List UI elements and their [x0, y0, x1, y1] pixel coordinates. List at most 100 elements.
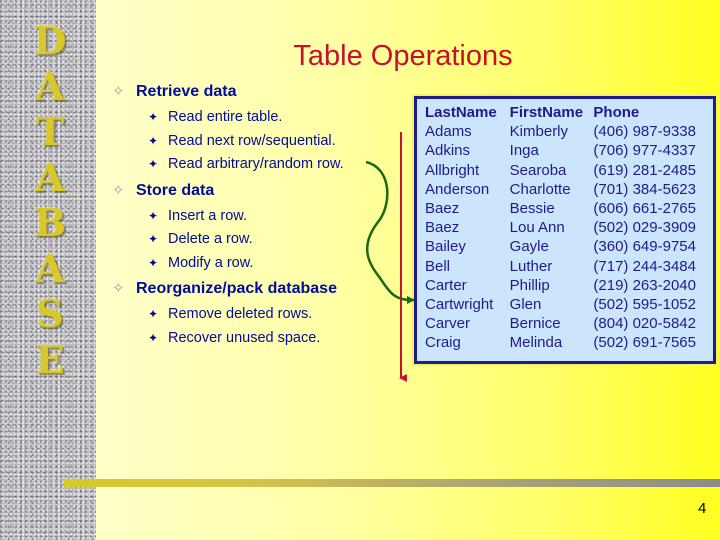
cell-firstname: Charlotte: [509, 180, 571, 198]
outline-item: ✦ Insert a row.: [112, 205, 382, 229]
outline-item-text: Delete a row.: [168, 231, 253, 247]
header-phone: Phone: [593, 104, 640, 121]
outline-heading: ✧ Retrieve data: [112, 80, 382, 104]
cell-phone: (706) 977-4337: [593, 142, 696, 160]
cell-firstname: Searoba: [509, 161, 567, 179]
outline-item-text: Remove deleted rows.: [168, 306, 313, 322]
sidebar-letter: S: [36, 291, 64, 336]
star-bullet-icon: ✦: [148, 110, 159, 124]
diamond-bullet-icon: ✧: [112, 83, 125, 100]
outline-item-text: Read entire table.: [168, 109, 283, 125]
cell-phone: (406) 987-9338: [593, 123, 696, 141]
cell-lastname: Adkins: [425, 142, 471, 160]
cell-lastname: Bailey: [425, 238, 466, 256]
sidebar-letter: B: [33, 200, 67, 245]
cell-phone: (717) 244-3484: [593, 257, 696, 275]
table-row: Bailey Gayle (360) 649-9754: [425, 237, 713, 256]
sidebar-letter: T: [35, 109, 65, 154]
outline-item-text: Modify a row.: [168, 254, 254, 271]
slide-title: Table Operations: [0, 40, 720, 73]
cell-phone: (502) 029-3909: [593, 219, 696, 237]
cell-lastname: Cartwright: [425, 296, 494, 314]
outline-item-text: Recover unused space.: [168, 329, 321, 346]
star-bullet-icon: ✦: [148, 330, 159, 345]
cell-lastname: Anderson: [425, 180, 490, 198]
star-bullet-icon: ✦: [148, 255, 159, 270]
cell-phone: (360) 649-9754: [593, 238, 696, 256]
sidebar-letter: A: [35, 245, 65, 291]
star-bullet-icon: ✦: [148, 232, 159, 246]
sidebar-letter: A: [35, 154, 65, 200]
cell-lastname: Bell: [425, 257, 451, 275]
table-row: Baez Bessie (606) 661-2765: [425, 199, 713, 218]
granite-sidebar: DATABASE: [0, 0, 96, 540]
cell-firstname: Kimberly: [509, 123, 569, 141]
star-bullet-icon: ✦: [148, 208, 159, 223]
star-bullet-icon: ✦: [148, 133, 159, 148]
outline-item: ✦ Read entire table.: [112, 106, 382, 130]
cell-lastname: Carver: [425, 315, 471, 333]
cell-firstname: Melinda: [509, 334, 563, 352]
cell-lastname: Allbright: [425, 161, 480, 179]
outline-item: ✦ Remove deleted rows.: [112, 303, 382, 327]
table-row: Craig Melinda (502) 691-7565: [425, 333, 713, 352]
table-row: Adkins Inga (706) 977-4337: [425, 141, 713, 160]
table-row: Anderson Charlotte (701) 384-5623: [425, 180, 713, 199]
star-bullet-icon: ✦: [148, 307, 159, 321]
slide-title-text: Table Operations: [293, 40, 513, 72]
cell-firstname: Inga: [509, 142, 539, 160]
table-row: Baez Lou Ann (502) 029-3909: [425, 218, 713, 237]
table-row: Adams Kimberly (406) 987-9338: [425, 122, 713, 141]
outline-item-text: Read next row/sequential.: [168, 132, 336, 149]
cell-lastname: Adams: [425, 123, 472, 141]
outline: ✧ Retrieve data ✦ Read entire table. ✦ Read n…: [112, 80, 382, 352]
outline-item-text: Insert a row.: [168, 207, 247, 224]
diamond-bullet-icon: ✧: [112, 280, 125, 297]
cell-phone: (619) 281-2485: [593, 161, 696, 179]
outline-item: ✦ Read next row/sequential.: [112, 130, 382, 154]
cell-firstname: Lou Ann: [509, 219, 565, 237]
cell-firstname: Luther: [509, 257, 553, 275]
cell-phone: (606) 661-2765: [593, 200, 696, 218]
cell-firstname: Gayle: [509, 238, 549, 256]
cell-phone: (804) 020-5842: [593, 315, 696, 333]
table-row: Carter Phillip (219) 263-2040: [425, 276, 713, 295]
star-bullet-icon: ✦: [148, 157, 159, 171]
cell-phone: (701) 384-5623: [593, 180, 696, 198]
outline-item: ✦ Read arbitrary/random row.: [112, 153, 382, 177]
cell-lastname: Craig: [425, 334, 461, 352]
cell-phone: (502) 691-7565: [593, 334, 696, 352]
cell-firstname: Phillip: [509, 276, 550, 294]
table-row: Cartwright Glen (502) 595-1052: [425, 295, 713, 314]
table-row: Allbright Searoba (619) 281-2485: [425, 161, 713, 180]
outline-heading-text: Store data: [136, 181, 215, 199]
page-number: 4: [698, 500, 707, 517]
outline-heading-text: Retrieve data: [136, 83, 237, 100]
diamond-bullet-icon: ✧: [112, 181, 125, 199]
outline-group: ✧ Reorganize/pack database ✦ Remove deleted…: [112, 277, 382, 350]
cell-lastname: Baez: [425, 200, 460, 218]
outline-heading: ✧ Store data: [112, 179, 382, 203]
table-header-row: LastName FirstName Phone: [425, 103, 713, 122]
sidebar-letter: E: [35, 336, 65, 382]
footer-divider-bar: [64, 479, 720, 487]
outline-heading-text: Reorganize/pack database: [136, 280, 337, 297]
cell-lastname: Carter: [425, 276, 467, 294]
outline-item-text: Read arbitrary/random row.: [168, 156, 344, 172]
header-firstname: FirstName: [509, 104, 584, 121]
outline-group: ✧ Retrieve data ✦ Read entire table. ✦ Read n…: [112, 80, 382, 177]
cell-phone: (219) 263-2040: [593, 276, 696, 294]
outline-heading: ✧ Reorganize/pack database: [112, 277, 382, 301]
cell-lastname: Baez: [425, 219, 460, 237]
outline-item: ✦ Recover unused space.: [112, 327, 382, 351]
outline-item: ✦ Delete a row.: [112, 228, 382, 252]
header-lastname: LastName: [425, 104, 497, 121]
sample-table: LastName FirstName Phone Adams Kimberly (4…: [414, 96, 716, 364]
outline-group: ✧ Store data ✦ Insert a row. ✦ Delete a row. ✦…: [112, 179, 382, 276]
cell-firstname: Bernice: [509, 315, 561, 333]
cell-firstname: Glen: [509, 296, 542, 314]
outline-item: ✦ Modify a row.: [112, 252, 382, 276]
cell-phone: (502) 595-1052: [593, 296, 696, 314]
phone-table: LastName FirstName Phone Adams Kimberly (4…: [425, 103, 713, 353]
table-row: Bell Luther (717) 244-3484: [425, 257, 713, 276]
